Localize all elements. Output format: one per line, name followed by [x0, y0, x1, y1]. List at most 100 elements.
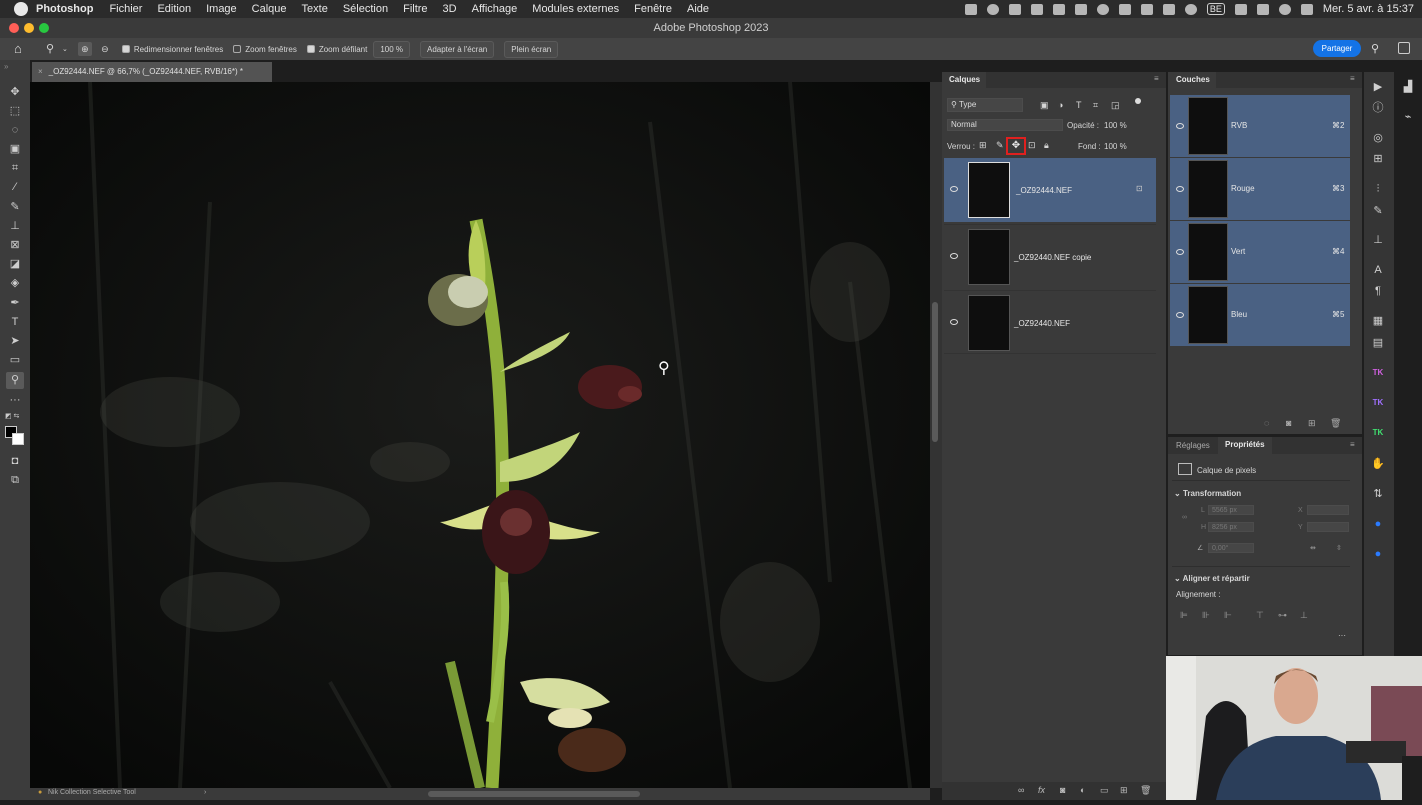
menu-item-fenetre[interactable]: Fenêtre: [634, 3, 672, 15]
document-tab[interactable]: × _OZ92444.NEF @ 66,7% (_OZ92444.NEF, RVB…: [32, 62, 272, 82]
tk8-mm-icon[interactable]: TK: [1371, 426, 1385, 440]
tk8-cx-icon[interactable]: TK: [1371, 396, 1385, 410]
actions-play-icon[interactable]: ▶: [1371, 80, 1385, 94]
pen-tool-icon[interactable]: ✒: [9, 297, 21, 309]
character-icon[interactable]: A: [1371, 263, 1385, 277]
quick-mask-icon[interactable]: ◘: [9, 455, 21, 467]
wifi-icon[interactable]: [1256, 3, 1269, 15]
frame-tool-icon[interactable]: ⊠: [9, 239, 21, 251]
filter-smart-object-icon[interactable]: ◲: [1111, 100, 1120, 111]
people-icon[interactable]: [1118, 3, 1131, 15]
menu-item-3d[interactable]: 3D: [443, 3, 457, 15]
menu-item-affichage[interactable]: Affichage: [472, 3, 518, 15]
expand-status-icon[interactable]: ›: [204, 789, 206, 796]
height-field[interactable]: 8256 px: [1208, 522, 1254, 532]
stamp-icon[interactable]: ⊥: [1371, 233, 1385, 247]
visibility-eye-icon[interactable]: [1176, 123, 1184, 129]
add-mask-icon[interactable]: ◙: [1060, 785, 1065, 795]
control-center-icon[interactable]: [1300, 3, 1313, 15]
healing-brush-tool-icon[interactable]: ✎: [9, 201, 21, 213]
paths-icon[interactable]: ⌁: [1401, 110, 1415, 124]
zoom-window-button[interactable]: [39, 23, 49, 33]
menu-item-aide[interactable]: Aide: [687, 3, 709, 15]
filter-type-icon[interactable]: T: [1076, 100, 1082, 110]
background-color-swatch[interactable]: [12, 433, 24, 445]
marquee-tool-icon[interactable]: ⬚: [9, 105, 21, 117]
zoom-tool-icon[interactable]: ⚲: [46, 43, 60, 55]
close-tab-icon[interactable]: ×: [38, 67, 43, 76]
zoom-in-icon[interactable]: ⊕: [77, 42, 92, 56]
visibility-eye-icon[interactable]: [1176, 249, 1184, 255]
close-window-button[interactable]: [9, 23, 19, 33]
filter-toggle-icon[interactable]: [1135, 98, 1141, 104]
lock-all-icon[interactable]: 🔒︎: [1044, 140, 1049, 151]
delete-layer-icon[interactable]: 🗑︎: [1140, 785, 1151, 796]
default-colors-icon[interactable]: ◩ ⇆: [5, 412, 19, 420]
move-tool-icon[interactable]: ✥: [9, 86, 21, 98]
lock-position-icon[interactable]: ✥: [1006, 137, 1026, 155]
new-group-icon[interactable]: ▭: [1100, 785, 1109, 796]
apple-icon[interactable]: [14, 2, 28, 16]
mediafire-icon[interactable]: [1008, 3, 1021, 15]
menu-item-modules[interactable]: Modules externes: [532, 3, 619, 15]
swatches-icon[interactable]: ▦: [1371, 314, 1385, 328]
properties-tab[interactable]: Propriétés: [1218, 437, 1272, 454]
adjustment-layer-icon[interactable]: ◐: [1080, 785, 1085, 795]
lasso-tool-icon[interactable]: ◌: [9, 124, 21, 136]
home-icon[interactable]: ⌂: [14, 42, 28, 55]
horizontal-scroll-thumb[interactable]: [428, 791, 640, 797]
tool-preset-chevron-icon[interactable]: ⌄: [62, 45, 68, 53]
layer-row[interactable]: _OZ92444.NEF ⊡: [944, 158, 1156, 222]
visibility-eye-icon[interactable]: [950, 319, 958, 325]
zoom-100-button[interactable]: 100 %: [373, 40, 410, 58]
menu-app-name[interactable]: Photoshop: [36, 3, 93, 15]
blend-mode-select[interactable]: Normal: [947, 119, 1063, 131]
grid-icon[interactable]: ⊞: [1371, 152, 1385, 166]
new-layer-icon[interactable]: ⊞: [1120, 785, 1128, 796]
histogram-icon[interactable]: ▟: [1401, 80, 1415, 94]
eraser-tool-icon[interactable]: ◪: [9, 258, 21, 270]
channel-row[interactable]: Vert ⌘4: [1170, 221, 1350, 283]
bird-icon[interactable]: [964, 3, 977, 15]
object-select-tool-icon[interactable]: ▣: [9, 143, 21, 155]
workspace-icon[interactable]: [1398, 42, 1410, 54]
opacity-input[interactable]: 100 %: [1104, 121, 1127, 130]
minimize-window-button[interactable]: [24, 23, 34, 33]
layers-tab[interactable]: Calques: [942, 72, 986, 88]
fill-screen-button[interactable]: Plein écran: [504, 40, 559, 58]
type-tool-icon[interactable]: T: [9, 316, 21, 328]
keyboard-layout[interactable]: BE: [1206, 3, 1225, 15]
spotlight-icon[interactable]: [1278, 3, 1291, 15]
eyedropper-tool-icon[interactable]: ⁄: [9, 181, 21, 193]
transform-section-toggle[interactable]: ⌄ Transformation: [1174, 489, 1241, 498]
edit-toolbar-icon[interactable]: ···: [9, 394, 21, 406]
lock-image-pixels-icon[interactable]: ✎: [996, 140, 1004, 151]
adjustments-icon[interactable]: ⫶: [1371, 182, 1385, 196]
align-left-icon[interactable]: ⊫: [1180, 610, 1188, 621]
layers-menu-icon[interactable]: ≡: [1154, 74, 1159, 83]
menu-item-image[interactable]: Image: [206, 3, 237, 15]
flip-vertical-icon[interactable]: ⇳: [1336, 544, 1342, 552]
layer-row[interactable]: _OZ92440.NEF copie: [944, 224, 1156, 288]
paragraph-icon[interactable]: ¶: [1371, 284, 1385, 298]
channels-tab[interactable]: Couches: [1168, 72, 1216, 88]
crop-tool-icon[interactable]: ⌗: [9, 162, 21, 174]
filter-shape-icon[interactable]: ⌗: [1093, 100, 1098, 111]
angle-field[interactable]: 0,00°: [1208, 543, 1254, 553]
channel-row[interactable]: RVB ⌘2: [1170, 95, 1350, 157]
zoom-tool-active-icon[interactable]: ⚲: [6, 372, 24, 389]
camera-icon[interactable]: [1030, 3, 1043, 15]
x-field[interactable]: [1307, 505, 1349, 515]
screens-icon[interactable]: [1052, 3, 1065, 15]
menu-item-edition[interactable]: Edition: [157, 3, 191, 15]
visibility-eye-icon[interactable]: [1176, 186, 1184, 192]
search-icon[interactable]: ⚲: [1371, 42, 1379, 55]
link-dimensions-icon[interactable]: ∞: [1182, 514, 1187, 521]
align-bottom-icon[interactable]: ⊥: [1300, 610, 1308, 621]
channel-row[interactable]: Rouge ⌘3: [1170, 158, 1350, 220]
channels-menu-icon[interactable]: ≡: [1350, 74, 1355, 83]
properties-menu-icon[interactable]: ≡: [1350, 440, 1355, 449]
zoom-out-icon[interactable]: ⊖: [98, 42, 112, 56]
link-layers-icon[interactable]: ∞: [1018, 785, 1024, 795]
eye-status-icon[interactable]: [986, 3, 999, 15]
